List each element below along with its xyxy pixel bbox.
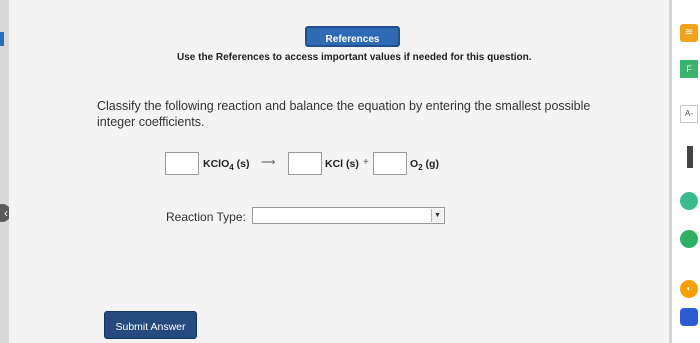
references-button[interactable]: References [305, 26, 400, 47]
kcl-state: (s) [346, 158, 359, 170]
bookmark-icon[interactable] [687, 146, 693, 168]
species-kcl: KCl (s) [325, 158, 359, 170]
left-edge-marker [0, 32, 4, 46]
right-toolbar: ≋ F A- ◐ [669, 0, 700, 343]
blue-app-icon[interactable] [680, 308, 698, 326]
plus-sign: + [363, 157, 369, 168]
chevron-down-icon[interactable]: ▼ [431, 209, 443, 222]
kclo4-state: (s) [236, 158, 250, 170]
reaction-type-select[interactable]: ▼ [252, 207, 445, 224]
toolbar-divider [669, 0, 672, 343]
f-app-icon[interactable]: F [680, 60, 698, 78]
coefficient-input-kcl[interactable] [288, 152, 322, 175]
reaction-arrow-icon: ⟶ [261, 157, 276, 168]
o2-formula: O [410, 158, 419, 170]
species-o2: O2 (g) [410, 158, 439, 172]
references-note: Use the References to access important v… [177, 52, 532, 63]
reaction-type-label: Reaction Type: [166, 210, 246, 224]
coefficient-input-o2[interactable] [373, 152, 407, 175]
question-page: References Use the References to access … [9, 0, 669, 343]
o2-subscript: 2 [418, 163, 423, 173]
kcl-formula: KCl [325, 158, 344, 170]
o2-state: (g) [425, 158, 439, 170]
green-circle-icon[interactable] [680, 192, 698, 210]
coefficient-input-kclo4[interactable] [165, 152, 199, 175]
kclo4-subscript: 4 [229, 163, 234, 173]
font-size-icon[interactable]: A- [680, 105, 698, 123]
kclo4-formula: KClO [203, 158, 230, 170]
green-app-icon[interactable] [680, 230, 698, 248]
orange-app-icon[interactable]: ◐ [680, 280, 698, 298]
wifi-icon[interactable]: ≋ [680, 24, 698, 42]
submit-answer-button[interactable]: Submit Answer [104, 311, 197, 339]
species-kclo4: KClO4 (s) [203, 158, 249, 172]
left-edge [0, 0, 9, 343]
question-text: Classify the following reaction and bala… [97, 99, 591, 129]
